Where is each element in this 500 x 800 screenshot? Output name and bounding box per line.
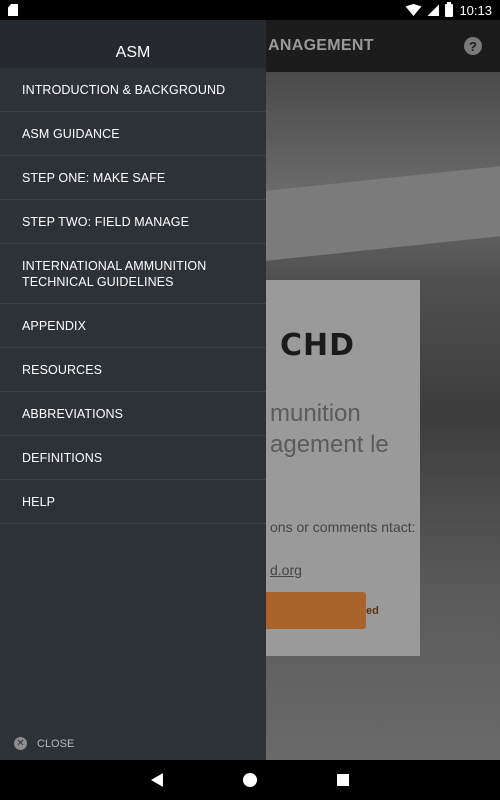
drawer-item-resources[interactable]: RESOURCES xyxy=(0,348,266,392)
card-logo: CHD xyxy=(280,328,356,363)
sd-card-icon xyxy=(8,4,18,16)
close-label: CLOSE xyxy=(37,737,75,750)
card-email-link[interactable]: d.org xyxy=(270,562,302,578)
card-heading: munition agement le xyxy=(270,400,389,458)
home-icon[interactable] xyxy=(243,773,257,787)
status-bar: 10:13 xyxy=(0,0,500,20)
status-right: 10:13 xyxy=(405,1,492,18)
back-icon[interactable] xyxy=(151,773,163,787)
drawer-close-button[interactable]: ✕ CLOSE xyxy=(14,737,74,750)
battery-charging-icon xyxy=(445,1,454,17)
drawer-item-asm-guidance[interactable]: ASM GUIDANCE xyxy=(0,112,266,156)
drawer-item-introduction[interactable]: INTRODUCTION & BACKGROUND xyxy=(0,68,266,112)
card-get-started-button[interactable]: ed xyxy=(250,592,379,629)
status-left xyxy=(8,4,18,16)
close-icon: ✕ xyxy=(14,737,27,750)
status-clock: 10:13 xyxy=(459,2,492,18)
drawer-item-abbreviations[interactable]: ABBREVIATIONS xyxy=(0,392,266,436)
wifi-icon xyxy=(405,4,422,16)
navigation-drawer: ASM INTRODUCTION & BACKGROUND ASM GUIDAN… xyxy=(0,20,266,760)
drawer-item-help[interactable]: HELP xyxy=(0,480,266,524)
cell-signal-icon xyxy=(427,4,440,16)
drawer-item-appendix[interactable]: APPENDIX xyxy=(0,304,266,348)
drawer-item-definitions[interactable]: DEFINITIONS xyxy=(0,436,266,480)
drawer-item-step-two[interactable]: STEP TWO: FIELD MANAGE xyxy=(0,200,266,244)
drawer-item-iatg-label: INTERNATIONAL AMMUNITION TECHNICAL GUIDE… xyxy=(22,258,207,289)
app-title: ANAGEMENT xyxy=(268,37,374,54)
system-nav-bar xyxy=(0,760,500,800)
drawer-item-step-one[interactable]: STEP ONE: MAKE SAFE xyxy=(0,156,266,200)
recents-icon[interactable] xyxy=(337,774,349,786)
drawer-menu-list: INTRODUCTION & BACKGROUND ASM GUIDANCE S… xyxy=(0,68,266,524)
drawer-item-iatg[interactable]: INTERNATIONAL AMMUNITION TECHNICAL GUIDE… xyxy=(0,244,266,304)
card-body-text: ons or comments ntact: xyxy=(270,519,416,535)
drawer-header: ASM xyxy=(0,20,266,68)
help-icon[interactable]: ? xyxy=(464,37,482,55)
